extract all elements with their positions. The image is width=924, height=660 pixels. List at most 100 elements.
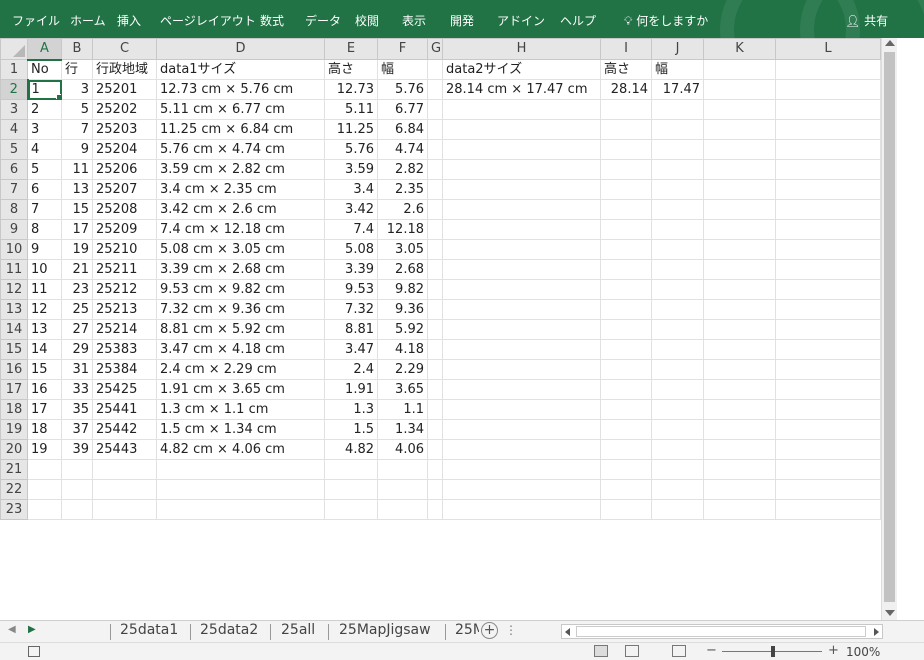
ribbon-tab-insert[interactable]: 挿入	[117, 12, 141, 29]
cell[interactable]: 5.92	[377, 319, 428, 340]
cell[interactable]	[427, 479, 443, 500]
row-header[interactable]: 2	[0, 79, 29, 100]
cell[interactable]	[324, 499, 378, 520]
cell[interactable]	[442, 179, 601, 200]
cell[interactable]	[427, 259, 443, 280]
cell[interactable]: 19	[61, 239, 93, 260]
cell[interactable]	[651, 319, 704, 340]
cell[interactable]: 25425	[92, 379, 157, 400]
next-sheet-icon[interactable]: ▶	[28, 624, 36, 635]
horizontal-scrollbar[interactable]	[561, 624, 883, 639]
cell[interactable]: 14	[27, 339, 62, 360]
row-header[interactable]: 17	[0, 379, 28, 400]
vertical-scroll-thumb[interactable]	[884, 52, 895, 602]
cell[interactable]: 2.4	[324, 359, 378, 380]
cell[interactable]	[427, 439, 443, 460]
worksheet-grid[interactable]: ABCDEFGHIJKL 1 No 行行政地域 data1サイズ 高さ幅 data2サイズ…	[0, 38, 924, 620]
cell[interactable]	[156, 499, 325, 520]
cell[interactable]: 25213	[92, 299, 157, 320]
cell[interactable]	[156, 459, 325, 480]
cell[interactable]: 1.1	[377, 399, 428, 420]
cell[interactable]: 9	[27, 239, 62, 260]
cell[interactable]	[600, 199, 652, 220]
row-header[interactable]: 22	[0, 479, 28, 500]
cell[interactable]: 25	[61, 299, 93, 320]
cell[interactable]: 25214	[92, 319, 157, 340]
cell[interactable]	[600, 439, 652, 460]
cell[interactable]: 高さ	[600, 59, 652, 80]
vertical-scrollbar[interactable]	[881, 38, 897, 620]
cell[interactable]: 行	[61, 59, 93, 80]
cell[interactable]	[703, 219, 776, 240]
cell[interactable]	[775, 479, 881, 500]
cell[interactable]	[427, 179, 443, 200]
cell[interactable]: 35	[61, 399, 93, 420]
cell[interactable]: 12.73 cm × 5.76 cm	[156, 79, 325, 100]
cell[interactable]	[442, 399, 601, 420]
cell[interactable]	[92, 459, 157, 480]
cell[interactable]	[442, 419, 601, 440]
cell[interactable]	[775, 459, 881, 480]
cell[interactable]: data2サイズ	[442, 59, 601, 80]
sheet-tab-25mapjigsaw[interactable]: 25MapJigsaw	[339, 622, 431, 638]
cell[interactable]: 幅	[651, 59, 704, 80]
cell[interactable]: 4.06	[377, 439, 428, 460]
row-header[interactable]: 7	[0, 179, 28, 200]
tab-scroll-grip-icon[interactable]: ⋮	[505, 623, 517, 637]
cell[interactable]	[703, 299, 776, 320]
scroll-down-icon[interactable]	[885, 610, 895, 616]
cell[interactable]	[600, 399, 652, 420]
cell[interactable]	[775, 239, 881, 260]
cell[interactable]: 28.14 cm × 17.47 cm	[442, 79, 601, 100]
ribbon-tab-view[interactable]: 表示	[402, 12, 426, 29]
cell[interactable]	[427, 59, 443, 80]
cell[interactable]	[442, 199, 601, 220]
cell[interactable]: 11.25 cm × 6.84 cm	[156, 119, 325, 140]
cell[interactable]: 5.08	[324, 239, 378, 260]
cell[interactable]: 2.4 cm × 2.29 cm	[156, 359, 325, 380]
cell[interactable]	[775, 499, 881, 520]
ribbon-tab-addins[interactable]: アドイン	[497, 12, 545, 29]
cell[interactable]	[427, 119, 443, 140]
cell[interactable]: 12	[27, 299, 62, 320]
cell[interactable]	[442, 499, 601, 520]
cell[interactable]	[775, 59, 881, 80]
cell[interactable]	[92, 499, 157, 520]
cell[interactable]	[61, 479, 93, 500]
cell[interactable]	[703, 239, 776, 260]
cell[interactable]	[442, 259, 601, 280]
cell[interactable]	[703, 99, 776, 120]
ribbon-tab-file[interactable]: ファイル	[12, 12, 60, 29]
cell[interactable]	[703, 439, 776, 460]
cell[interactable]: No	[27, 59, 62, 80]
cell[interactable]: 5.76	[377, 79, 428, 100]
cell[interactable]	[442, 139, 601, 160]
cell[interactable]: 25208	[92, 199, 157, 220]
cell[interactable]: 2.68	[377, 259, 428, 280]
cell[interactable]: 12.73	[324, 79, 378, 100]
cell[interactable]: 4.82 cm × 4.06 cm	[156, 439, 325, 460]
cell[interactable]	[775, 279, 881, 300]
cell[interactable]: 1	[27, 79, 62, 100]
cell[interactable]	[427, 359, 443, 380]
cell[interactable]: 15	[61, 199, 93, 220]
row-header[interactable]: 3	[0, 99, 28, 120]
cell[interactable]: 3.4 cm × 2.35 cm	[156, 179, 325, 200]
row-header[interactable]: 9	[0, 219, 28, 240]
cell[interactable]: 37	[61, 419, 93, 440]
column-header-c[interactable]: C	[92, 38, 157, 60]
cell[interactable]	[427, 239, 443, 260]
cell[interactable]: 6	[27, 179, 62, 200]
cell[interactable]	[600, 499, 652, 520]
cell[interactable]: 9.53	[324, 279, 378, 300]
macro-record-icon[interactable]	[28, 646, 40, 657]
cell[interactable]: 25442	[92, 419, 157, 440]
cell[interactable]	[600, 139, 652, 160]
zoom-slider-knob[interactable]	[771, 646, 775, 657]
sheet-tab-25data1[interactable]: 25data1	[120, 622, 178, 638]
cell[interactable]	[427, 139, 443, 160]
cell[interactable]: 3.47	[324, 339, 378, 360]
column-header-j[interactable]: J	[651, 38, 704, 60]
row-header[interactable]: 11	[0, 259, 28, 280]
column-header-e[interactable]: E	[324, 38, 378, 60]
